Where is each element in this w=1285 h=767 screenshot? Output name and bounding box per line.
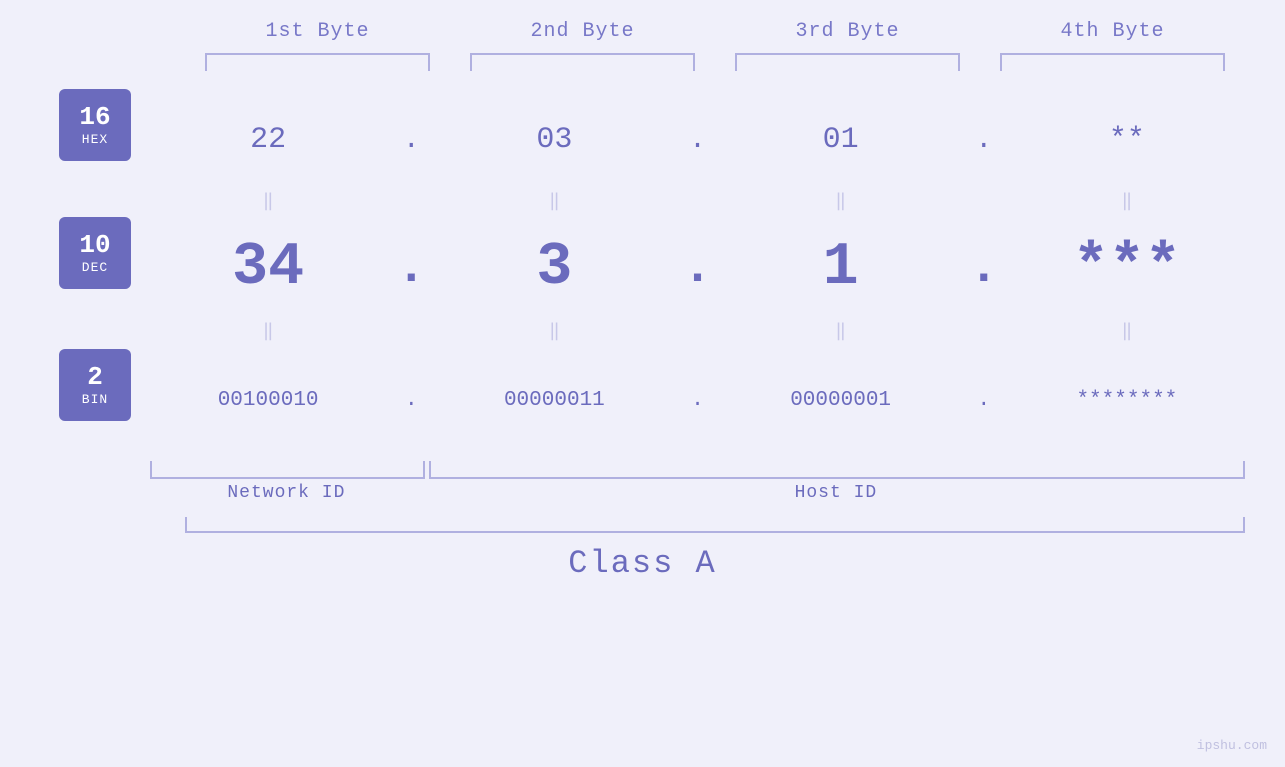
dec-badge-label: DEC <box>82 260 108 275</box>
dec-badge: 10 DEC <box>59 217 131 289</box>
byte4-label: 4th Byte <box>1060 20 1164 43</box>
host-id-label: Host ID <box>795 483 878 503</box>
eq1-c2: ‖ <box>436 193 672 211</box>
hex-b3-value: 01 <box>823 123 859 157</box>
host-bottom-bracket <box>429 461 1245 479</box>
hex-section: 16 HEX 22 . 03 . 01 . ** <box>40 89 1245 191</box>
id-labels-row: Network ID Host ID <box>40 483 1245 503</box>
eq1-data: ‖ ‖ ‖ ‖ <box>150 193 1245 211</box>
dec-b4-cell: *** <box>1009 234 1245 302</box>
bin-section: 2 BIN 00100010 . 00000011 . 00000001 . *… <box>40 349 1245 451</box>
eq2-data: ‖ ‖ ‖ ‖ <box>150 323 1245 341</box>
bin-b4-cell: ******** <box>1009 389 1245 412</box>
hex-badge: 16 HEX <box>59 89 131 161</box>
network-id-label: Network ID <box>227 483 345 503</box>
dec-b3-cell: 1 <box>723 234 959 302</box>
main-container: 1st Byte 2nd Byte 3rd Byte 4th Byte 16 H… <box>0 0 1285 767</box>
eq1-c3: ‖ <box>723 193 959 211</box>
hex-b3-cell: 01 <box>723 123 959 157</box>
byte1-top-bracket <box>205 53 430 71</box>
eq2-c4: ‖ <box>1009 323 1245 341</box>
dec-b4-value: *** <box>1073 234 1181 302</box>
hex-badge-label: HEX <box>82 132 108 147</box>
dec-dot2: . <box>673 240 723 297</box>
dec-row: 34 . 3 . 1 . *** <box>150 217 1245 319</box>
bin-badge: 2 BIN <box>59 349 131 421</box>
dec-b1-cell: 34 <box>150 234 386 302</box>
dec-dot3: . <box>959 240 1009 297</box>
equals-row-1: ‖ ‖ ‖ ‖ <box>40 193 1245 211</box>
bin-b3-value: 00000001 <box>790 389 891 412</box>
byte2-label: 2nd Byte <box>530 20 634 43</box>
byte2-col-header: 2nd Byte <box>450 20 715 71</box>
dec-section: 10 DEC 34 . 3 . 1 . *** <box>40 217 1245 319</box>
byte4-col-header: 4th Byte <box>980 20 1245 71</box>
hex-dot1: . <box>386 125 436 156</box>
dec-b2-cell: 3 <box>436 234 672 302</box>
eq2-c3: ‖ <box>723 323 959 341</box>
bin-b1-cell: 00100010 <box>150 389 386 412</box>
hex-b4-cell: ** <box>1009 123 1245 157</box>
bin-b2-value: 00000011 <box>504 389 605 412</box>
hex-badge-number: 16 <box>79 103 110 132</box>
hex-dot3: . <box>959 125 1009 156</box>
hex-row: 22 . 03 . 01 . ** <box>150 89 1245 191</box>
dec-dot1: . <box>386 240 436 297</box>
eq2-badge-spacer <box>40 323 150 341</box>
bin-b2-cell: 00000011 <box>436 389 672 412</box>
eq1-c1: ‖ <box>150 193 386 211</box>
hex-b2-cell: 03 <box>436 123 672 157</box>
hex-b4-value: ** <box>1109 123 1145 157</box>
equals-row-2: ‖ ‖ ‖ ‖ <box>40 323 1245 341</box>
hex-dot2: . <box>673 125 723 156</box>
bin-b1-value: 00100010 <box>218 389 319 412</box>
bin-dot2: . <box>673 389 723 412</box>
hex-b1-cell: 22 <box>150 123 386 157</box>
byte-headers: 1st Byte 2nd Byte 3rd Byte 4th Byte <box>40 20 1245 71</box>
bin-b4-value: ******** <box>1076 389 1177 412</box>
hex-badge-area: 16 HEX <box>40 89 150 191</box>
class-label: Class A <box>568 545 716 582</box>
eq2-c1: ‖ <box>150 323 386 341</box>
bin-dot3: . <box>959 389 1009 412</box>
byte1-col-header: 1st Byte <box>185 20 450 71</box>
full-bottom-bracket <box>185 517 1245 533</box>
hex-b1-value: 22 <box>250 123 286 157</box>
bin-badge-label: BIN <box>82 392 108 407</box>
bottom-brackets <box>40 461 1245 479</box>
hex-b2-value: 03 <box>536 123 572 157</box>
byte1-label: 1st Byte <box>265 20 369 43</box>
eq1-c4: ‖ <box>1009 193 1245 211</box>
dec-b3-value: 1 <box>823 234 859 302</box>
bin-b3-cell: 00000001 <box>723 389 959 412</box>
dec-badge-area: 10 DEC <box>40 217 150 319</box>
eq1-badge-spacer <box>40 193 150 211</box>
bin-row: 00100010 . 00000011 . 00000001 . *******… <box>150 349 1245 451</box>
network-id-label-wrapper: Network ID <box>150 483 423 503</box>
network-bottom-bracket <box>150 461 425 479</box>
host-id-label-wrapper: Host ID <box>427 483 1245 503</box>
byte3-label: 3rd Byte <box>795 20 899 43</box>
byte3-top-bracket <box>735 53 960 71</box>
byte4-top-bracket <box>1000 53 1225 71</box>
bin-dot1: . <box>386 389 436 412</box>
bin-badge-number: 2 <box>87 363 103 392</box>
eq2-c2: ‖ <box>436 323 672 341</box>
class-label-wrapper: Class A <box>40 545 1245 582</box>
watermark: ipshu.com <box>1197 738 1267 753</box>
bin-badge-area: 2 BIN <box>40 349 150 451</box>
dec-b1-value: 34 <box>232 234 304 302</box>
dec-b2-value: 3 <box>536 234 572 302</box>
byte3-col-header: 3rd Byte <box>715 20 980 71</box>
byte2-top-bracket <box>470 53 695 71</box>
dec-badge-number: 10 <box>79 231 110 260</box>
